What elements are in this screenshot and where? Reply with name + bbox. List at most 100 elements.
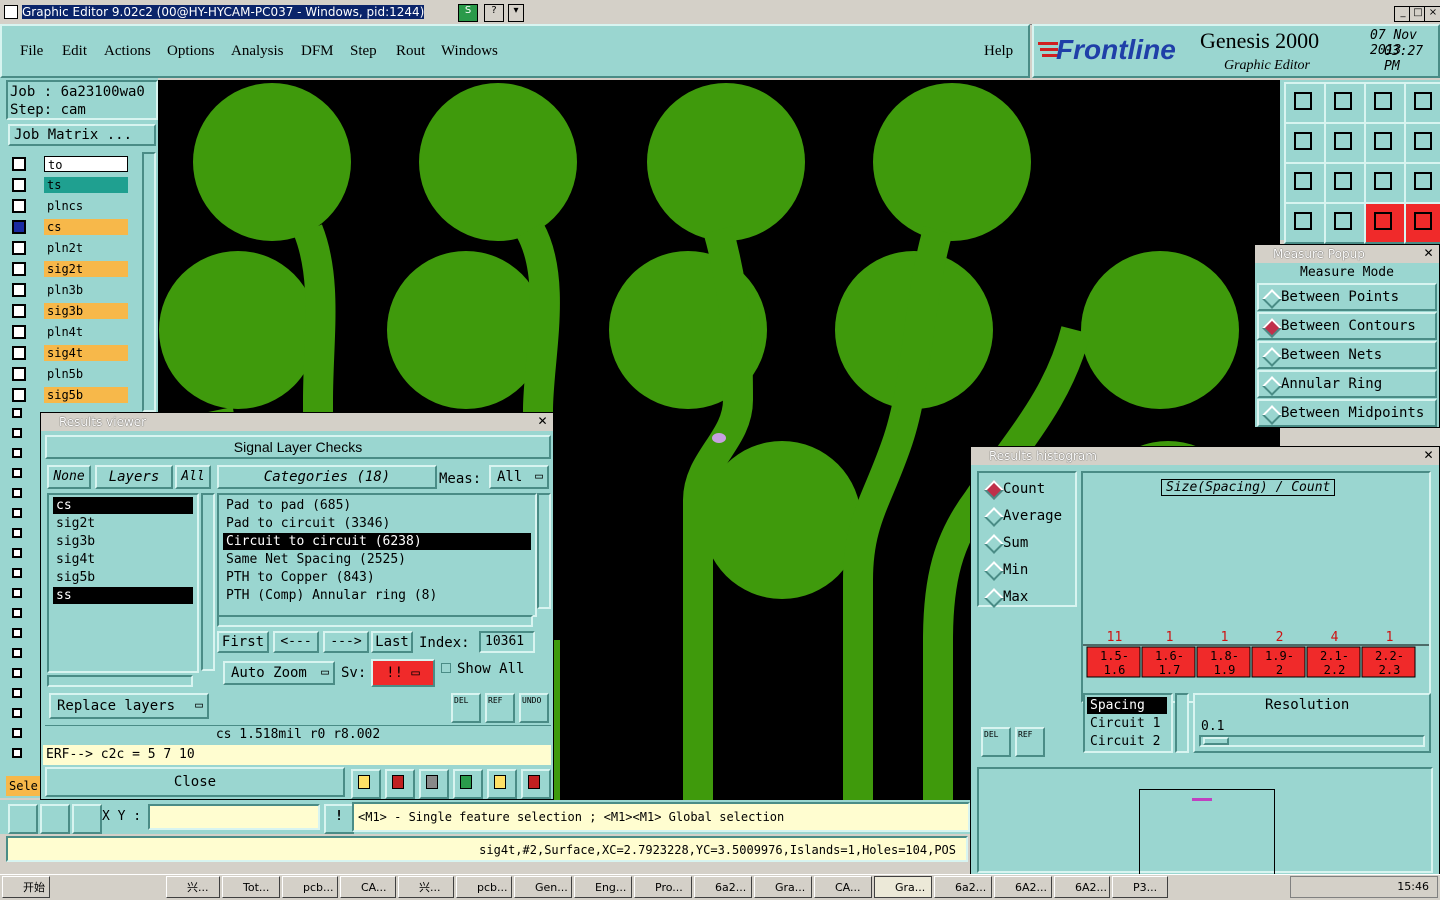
none-button[interactable]: None [47, 465, 91, 489]
net-icon[interactable] [1404, 202, 1440, 244]
results-layer-item[interactable]: cs [53, 497, 193, 514]
layer-row-ts[interactable]: ts [10, 177, 128, 193]
histogram-close-icon[interactable]: ✕ [1422, 449, 1435, 462]
layer-name[interactable]: pln3b [44, 282, 128, 298]
taskbar-item[interactable]: 6a2... [694, 876, 752, 898]
menu-windows[interactable]: Windows [441, 43, 498, 60]
layer-name[interactable]: sig4t [44, 345, 128, 361]
measure-option[interactable]: Between Contours [1257, 312, 1437, 340]
layer-checkbox[interactable] [12, 178, 26, 192]
taskbar-item[interactable]: Gra... [874, 876, 932, 898]
hist-list-item-2[interactable]: Circuit 2 [1087, 733, 1171, 750]
layer-name[interactable]: sig5b [44, 387, 128, 403]
settings-icon[interactable] [1284, 202, 1326, 244]
layer-checkbox[interactable] [12, 588, 22, 598]
report-icon[interactable] [351, 769, 381, 799]
taskbar-item[interactable]: CA... [340, 876, 396, 898]
layer-checkbox[interactable] [12, 199, 26, 213]
layer-checkbox[interactable] [12, 728, 22, 738]
all-button[interactable]: All [175, 465, 211, 489]
layer-checkbox[interactable] [12, 628, 22, 638]
categories-scrollbar[interactable] [537, 493, 551, 609]
layer-row-pln5b[interactable]: pln5b [10, 366, 128, 382]
layer-row-pln2t[interactable]: pln2t [10, 240, 128, 256]
measure-option[interactable]: Annular Ring [1257, 370, 1437, 398]
hist-del-button[interactable]: DEL [981, 727, 1011, 757]
layer-name[interactable]: pln2t [44, 240, 128, 256]
resolution-slider[interactable] [1199, 735, 1425, 747]
layer-checkbox[interactable] [12, 388, 26, 402]
undo-icon[interactable] [1364, 122, 1406, 164]
menu-file[interactable]: File [20, 43, 43, 60]
menu-options[interactable]: Options [167, 43, 215, 60]
resolution-slider-thumb[interactable] [1203, 737, 1229, 745]
measure-icon[interactable] [40, 804, 70, 834]
layer-name[interactable]: sig2t [44, 261, 128, 277]
measure-option[interactable]: Between Nets [1257, 341, 1437, 369]
histogram-mode-option[interactable]: Average [981, 504, 1073, 528]
hist-list-item-1[interactable]: Circuit 1 [1087, 715, 1171, 732]
histogram-mode-option[interactable]: Sum [981, 531, 1073, 555]
replace-layers-select[interactable]: Replace layers ▭ [49, 693, 209, 719]
close-results-button[interactable]: Close [45, 767, 345, 797]
start-button[interactable]: 开始 [2, 876, 50, 898]
layers-button[interactable]: Layers [95, 465, 173, 489]
menu-actions[interactable]: Actions [104, 43, 151, 60]
layer-checkbox[interactable] [12, 548, 22, 558]
dropdown-icon[interactable]: ▾ [508, 4, 524, 22]
menu-dfm[interactable]: DFM [301, 43, 334, 60]
layer-checkbox[interactable] [12, 367, 26, 381]
right-icon[interactable] [1324, 122, 1366, 164]
layer-checkbox[interactable] [12, 448, 22, 458]
results-viewer-close-icon[interactable]: ✕ [536, 415, 549, 428]
layer-checkbox[interactable] [12, 220, 26, 234]
layer-checkbox[interactable] [12, 488, 22, 498]
auto-zoom-select[interactable]: Auto Zoom ▭ [223, 661, 335, 685]
layer-name[interactable]: plncs [44, 198, 128, 214]
taskbar-item[interactable]: 6a2... [934, 876, 992, 898]
last-button[interactable]: Last [371, 631, 413, 653]
taskbar-item[interactable]: Pro... [634, 876, 692, 898]
category-item[interactable]: Same Net Spacing (2525) [223, 551, 531, 568]
results-layer-hscroll[interactable] [47, 675, 193, 687]
delete-icon[interactable] [419, 769, 449, 799]
help-icon[interactable]: ? [484, 4, 504, 22]
layer-row-pln4t[interactable]: pln4t [10, 324, 128, 340]
meas-select[interactable]: All ▭ [489, 465, 549, 489]
layer-checkbox[interactable] [12, 408, 22, 418]
rv-del-button[interactable]: DEL [451, 693, 481, 723]
histogram-icon[interactable] [521, 769, 551, 799]
layer-checkbox[interactable] [12, 304, 26, 318]
menu-rout[interactable]: Rout [396, 43, 425, 60]
results-layer-item[interactable]: sig4t [53, 551, 193, 568]
histogram-mode-option[interactable]: Max [981, 585, 1073, 609]
layer-checkbox[interactable] [12, 648, 22, 658]
rv-undo-button[interactable]: UNDO [519, 693, 549, 723]
layer-checkbox[interactable] [12, 568, 22, 578]
help-icon[interactable] [1404, 162, 1440, 204]
layer-checkbox[interactable] [12, 468, 22, 478]
sv-select[interactable]: !! ▭ [371, 659, 435, 687]
menu-help[interactable]: Help [984, 43, 1013, 60]
taskbar-item[interactable]: 兴... [398, 876, 454, 898]
layer-checkbox[interactable] [12, 157, 26, 171]
zoom-home-icon[interactable] [1324, 82, 1366, 124]
layer-checkbox[interactable] [12, 262, 26, 276]
category-item[interactable]: Pad to circuit (3346) [223, 515, 531, 532]
window-icon[interactable] [1404, 82, 1440, 124]
notes-icon[interactable] [487, 769, 517, 799]
grid-icon[interactable] [72, 804, 102, 834]
index-field[interactable]: 10361 [479, 631, 535, 653]
measure-option[interactable]: Between Points [1257, 283, 1437, 311]
layer-checkbox[interactable] [12, 325, 26, 339]
hist-ref-button[interactable]: REF [1015, 727, 1045, 757]
taskbar-item[interactable]: CA... [814, 876, 872, 898]
fit-icon[interactable] [1284, 162, 1326, 204]
layer-row-pln3b[interactable]: pln3b [10, 282, 128, 298]
center-icon[interactable] [1324, 162, 1366, 204]
layer-name[interactable]: to [44, 156, 128, 172]
taskbar-item[interactable]: 6A2... [994, 876, 1052, 898]
taskbar-item[interactable]: pcb... [456, 876, 512, 898]
layer-checkbox[interactable] [12, 508, 22, 518]
first-button[interactable]: First [217, 631, 269, 653]
